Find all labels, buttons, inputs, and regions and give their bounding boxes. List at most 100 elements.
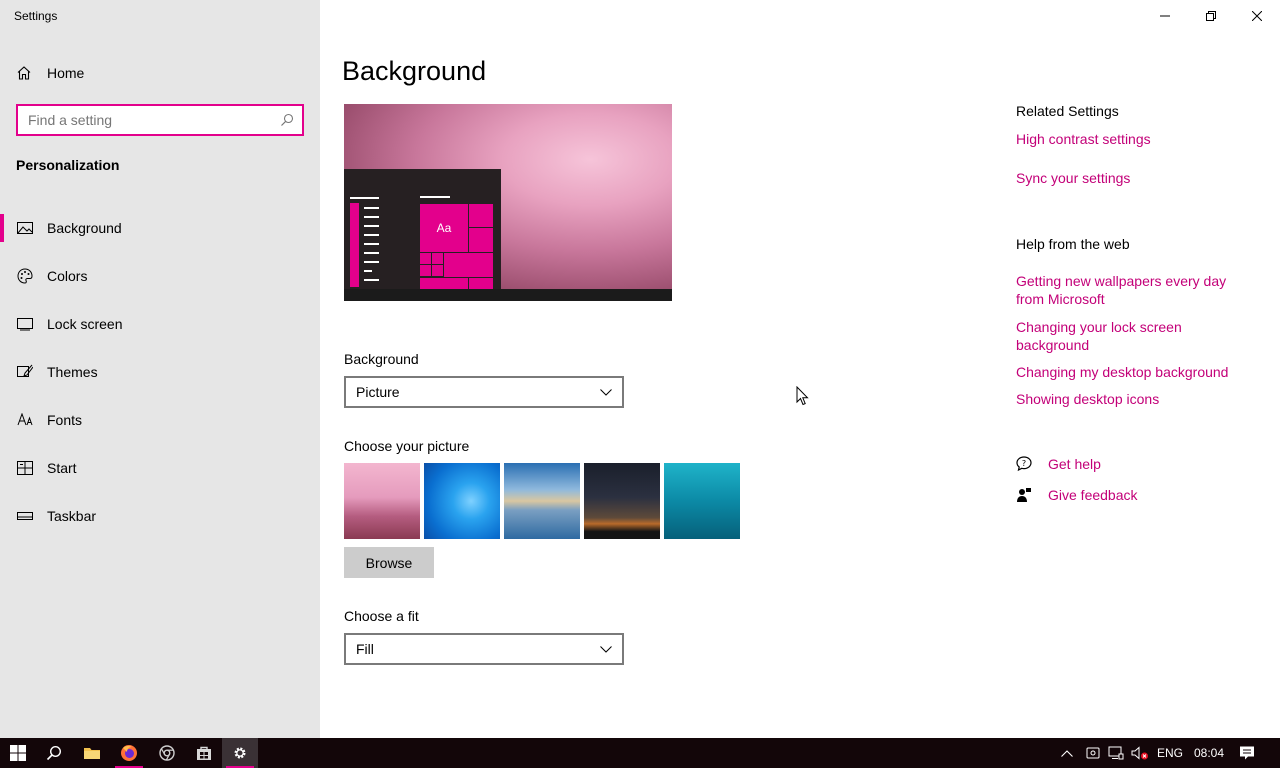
feedback-person-icon [1017,488,1031,502]
high-contrast-link[interactable]: High contrast settings [1016,130,1246,148]
sidebar-item-colors[interactable]: Colors [0,252,320,300]
start-icon [10,745,26,761]
desktop-background-link[interactable]: Changing my desktop background [1016,363,1256,381]
thumb-cherry-blossom[interactable] [344,463,420,539]
background-dropdown-value: Picture [356,384,400,400]
sidebar-item-start[interactable]: Start [0,444,320,492]
search-input[interactable] [18,106,268,134]
sidebar-item-label: Themes [47,364,98,380]
thumb-milky-way[interactable] [584,463,660,539]
search-icon[interactable] [280,113,294,127]
page-title: Background [342,56,487,86]
store-button[interactable] [186,738,222,768]
volume-muted-icon [1131,746,1148,760]
firefox-button[interactable] [111,738,147,768]
give-feedback-link[interactable]: Give feedback [1016,487,1138,503]
choose-picture-label: Choose your picture [344,438,470,454]
picture-icon [17,220,33,236]
start-menu-icon [17,460,33,476]
background-preview: Aa [344,104,672,301]
section-title: Personalization [16,157,120,173]
related-settings-heading: Related Settings [1016,103,1119,119]
sidebar-item-fonts[interactable]: Fonts [0,396,320,444]
choose-fit-label: Choose a fit [344,608,419,624]
thumb-underwater[interactable] [664,463,740,539]
meet-now-icon [1086,747,1100,759]
file-explorer-button[interactable] [74,738,110,768]
sidebar-item-label: Background [47,220,122,236]
browse-button[interactable]: Browse [344,547,434,578]
preview-taskbar [344,289,672,301]
svg-text:?: ? [1022,459,1026,468]
taskbar-icon [17,508,33,524]
thumb-windows-blue[interactable] [424,463,500,539]
taskbar-search-button[interactable] [36,738,72,768]
action-center-button[interactable] [1232,738,1262,768]
brush-icon [17,364,33,380]
sidebar-item-taskbar[interactable]: Taskbar [0,492,320,540]
background-dropdown[interactable]: Picture [344,376,624,408]
palette-icon [17,268,33,284]
sidebar-nav: Background Colors Lock screen Themes Fon… [0,204,320,540]
lock-screen-link[interactable]: Changing your lock screen background [1016,318,1246,354]
settings-icon [234,747,246,759]
restore-button[interactable] [1188,0,1234,32]
firefox-icon [121,745,137,761]
sync-settings-link[interactable]: Sync your settings [1016,169,1246,187]
home-icon [17,66,31,80]
preview-tile-aa: Aa [420,204,468,252]
get-help-link[interactable]: ? Get help [1016,456,1101,472]
chromium-button[interactable] [149,738,185,768]
search-icon [46,745,62,761]
settings-taskbar-button[interactable] [222,738,258,768]
chromium-icon [159,745,175,761]
restore-icon [1206,11,1216,21]
background-label: Background [344,351,419,367]
wallpapers-link[interactable]: Getting new wallpapers every day from Mi… [1016,272,1246,308]
fit-dropdown-value: Fill [356,641,374,657]
chevron-up-icon [1061,749,1073,757]
network-icon [1108,746,1124,760]
show-hidden-icons-button[interactable] [1056,738,1078,768]
sidebar-item-label: Taskbar [47,508,97,524]
sidebar-item-label: Fonts [47,412,83,428]
preview-accent-strip [350,203,359,287]
home-nav-item[interactable]: Home [16,62,84,84]
monitor-icon [17,316,33,332]
chevron-down-icon [600,645,612,653]
language-indicator[interactable]: ENG [1157,738,1183,768]
thumb-beach-rocks[interactable] [504,463,580,539]
help-from-web-heading: Help from the web [1016,236,1130,252]
sidebar-item-themes[interactable]: Themes [0,348,320,396]
start-button[interactable] [0,738,36,768]
mouse-cursor-icon [796,386,809,406]
sidebar-item-background[interactable]: Background [0,204,320,252]
taskbar: ENG 08:04 [0,738,1280,768]
close-icon [1252,11,1262,21]
notification-icon [1240,746,1254,760]
font-icon [17,412,33,428]
search-box[interactable] [16,104,304,136]
sidebar-item-label: Lock screen [47,316,123,332]
volume-button[interactable] [1128,738,1152,768]
get-help-label: Get help [1048,456,1101,472]
sidebar-item-label: Colors [47,268,88,284]
chevron-down-icon [600,388,612,396]
file-explorer-icon [84,748,100,759]
minimize-button[interactable] [1142,0,1188,32]
preview-start-menu: Aa [344,169,501,289]
settings-window: Settings Home Personalization Background [0,0,1280,738]
fit-dropdown[interactable]: Fill [344,633,624,665]
minimize-icon [1160,15,1170,17]
store-icon [197,746,211,760]
sidebar: Settings Home Personalization Background [0,0,320,738]
chat-help-icon: ? [1016,456,1032,472]
sidebar-item-label: Start [47,460,77,476]
close-button[interactable] [1234,0,1280,32]
home-label: Home [47,65,85,81]
network-button[interactable] [1104,738,1128,768]
desktop-icons-link[interactable]: Showing desktop icons [1016,390,1246,408]
clock[interactable]: 08:04 [1194,738,1224,768]
sidebar-item-lock-screen[interactable]: Lock screen [0,300,320,348]
tray-device-button[interactable] [1082,738,1104,768]
